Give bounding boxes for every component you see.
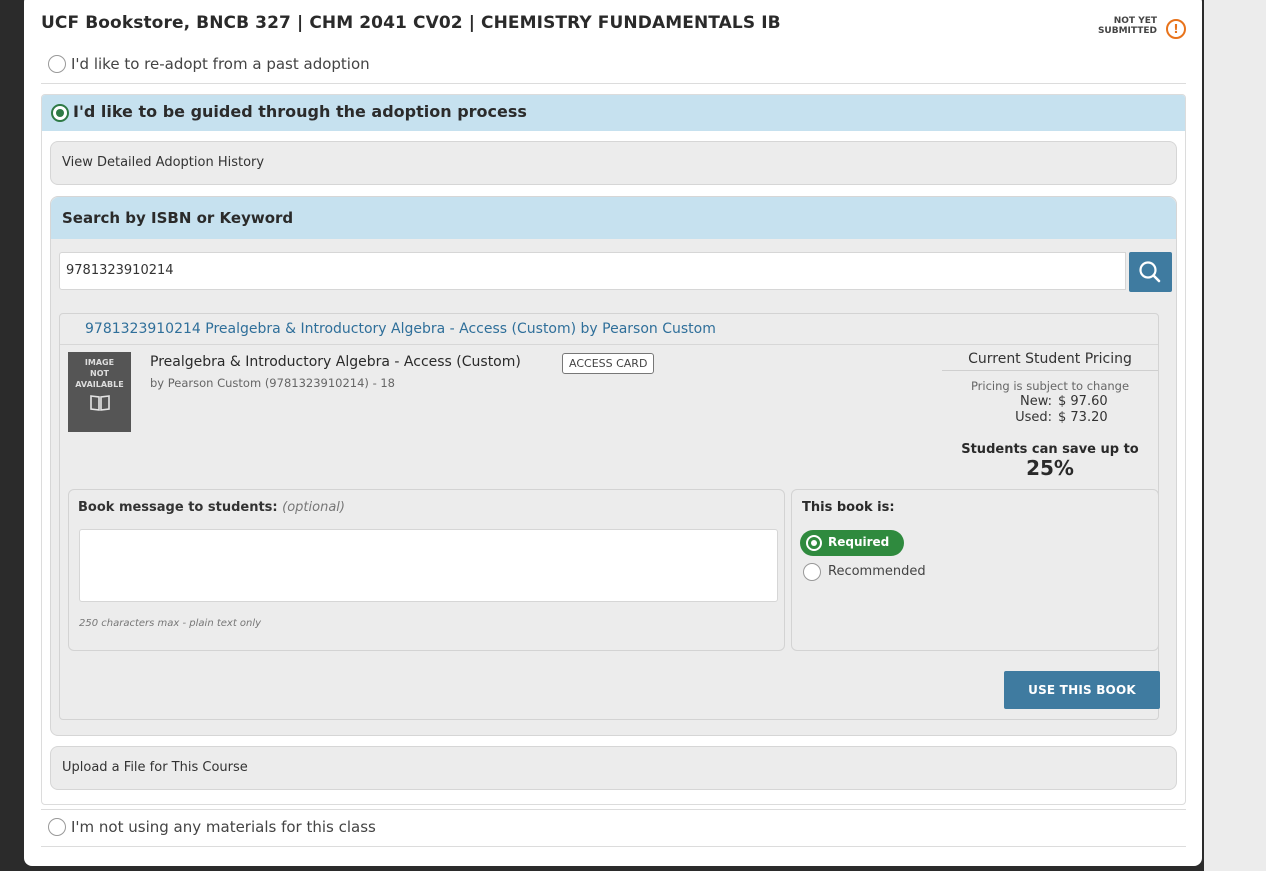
thumb-text: AVAILABLE [75,380,124,389]
message-box: Book message to students: (optional) 250… [68,489,785,651]
no-materials-label[interactable]: I'm not using any materials for this cla… [71,818,376,836]
required-radio-icon [806,535,822,551]
message-label: Book message to students: (optional) [78,500,345,515]
search-icon [1139,261,1161,283]
message-optional-text: (optional) [282,500,345,515]
status-line-1: NOT YET [1113,16,1157,26]
guided-label[interactable]: I'd like to be guided through the adopti… [73,102,527,121]
status-line-2: SUBMITTED [1097,26,1157,36]
savings-text: Students can save up to [961,442,1139,457]
readopt-radio[interactable] [48,55,66,73]
guided-radio[interactable] [51,104,69,122]
format-badge: ACCESS CARD [562,353,655,374]
price-used-row: Used: $ 73.20 [942,410,1158,425]
pricing-title: Current Student Pricing [968,351,1132,367]
use-this-book-button[interactable]: USE THIS BOOK [1004,671,1160,709]
divider [60,344,1158,345]
guided-header: I'd like to be guided through the adopti… [42,95,1185,131]
recommended-radio[interactable] [803,563,821,581]
divider [41,809,1186,810]
result-title-link[interactable]: 9781323910214 Prealgebra & Introductory … [85,321,716,337]
search-section: Search by ISBN or Keyword 9781323910214 … [50,196,1177,736]
recommended-label[interactable]: Recommended [828,564,926,579]
price-new-label: New: [1019,394,1052,409]
submission-status: NOT YET SUBMITTED [1073,16,1157,36]
no-materials-radio[interactable] [48,818,66,836]
price-used-value: $ 73.20 [1058,410,1108,425]
guided-section: I'd like to be guided through the adopti… [41,94,1186,805]
thumb-text: IMAGE [84,358,115,367]
savings-percent: 25% [1026,456,1074,480]
requirement-box: This book is: Required Recommended [791,489,1159,651]
book-author-line: by Pearson Custom (9781323910214) - 18 [150,376,396,390]
book-title: Prealgebra & Introductory Algebra - Acce… [150,354,521,370]
thumb-text: NOT [90,369,109,378]
divider [41,846,1186,847]
warning-icon: ! [1166,19,1186,39]
search-result-card: 9781323910214 Prealgebra & Introductory … [59,313,1160,720]
adoption-panel: UCF Bookstore, BNCB 327 | CHM 2041 CV02 … [24,0,1202,866]
divider [41,83,1186,84]
price-new-row: New: $ 97.60 [942,394,1158,409]
required-label: Required [828,535,890,549]
upload-file-bar[interactable]: Upload a File for This Course [50,746,1177,790]
search-button[interactable] [1129,252,1172,292]
adoption-history-bar[interactable]: View Detailed Adoption History [50,141,1177,185]
requirement-label: This book is: [802,500,895,515]
message-hint: 250 characters max - plain text only [79,618,262,629]
search-heading: Search by ISBN or Keyword [62,209,294,227]
pricing-note: Pricing is subject to change [970,379,1130,393]
divider [942,370,1158,371]
message-textarea[interactable] [79,529,778,602]
search-input[interactable]: 9781323910214 [59,252,1126,290]
readopt-label[interactable]: I'd like to re-adopt from a past adoptio… [71,55,370,73]
message-label-text: Book message to students: [78,500,278,515]
book-thumbnail: IMAGE NOT AVAILABLE [68,352,131,432]
search-header: Search by ISBN or Keyword [51,197,1176,239]
adoption-history-label[interactable]: View Detailed Adoption History [62,155,264,170]
required-option[interactable]: Required [800,530,904,556]
price-used-label: Used: [1015,410,1052,425]
price-new-value: $ 97.60 [1058,394,1108,409]
page-background-right [1204,0,1266,871]
book-icon [89,395,110,411]
upload-file-label[interactable]: Upload a File for This Course [62,760,248,775]
course-title: UCF Bookstore, BNCB 327 | CHM 2041 CV02 … [41,13,781,33]
